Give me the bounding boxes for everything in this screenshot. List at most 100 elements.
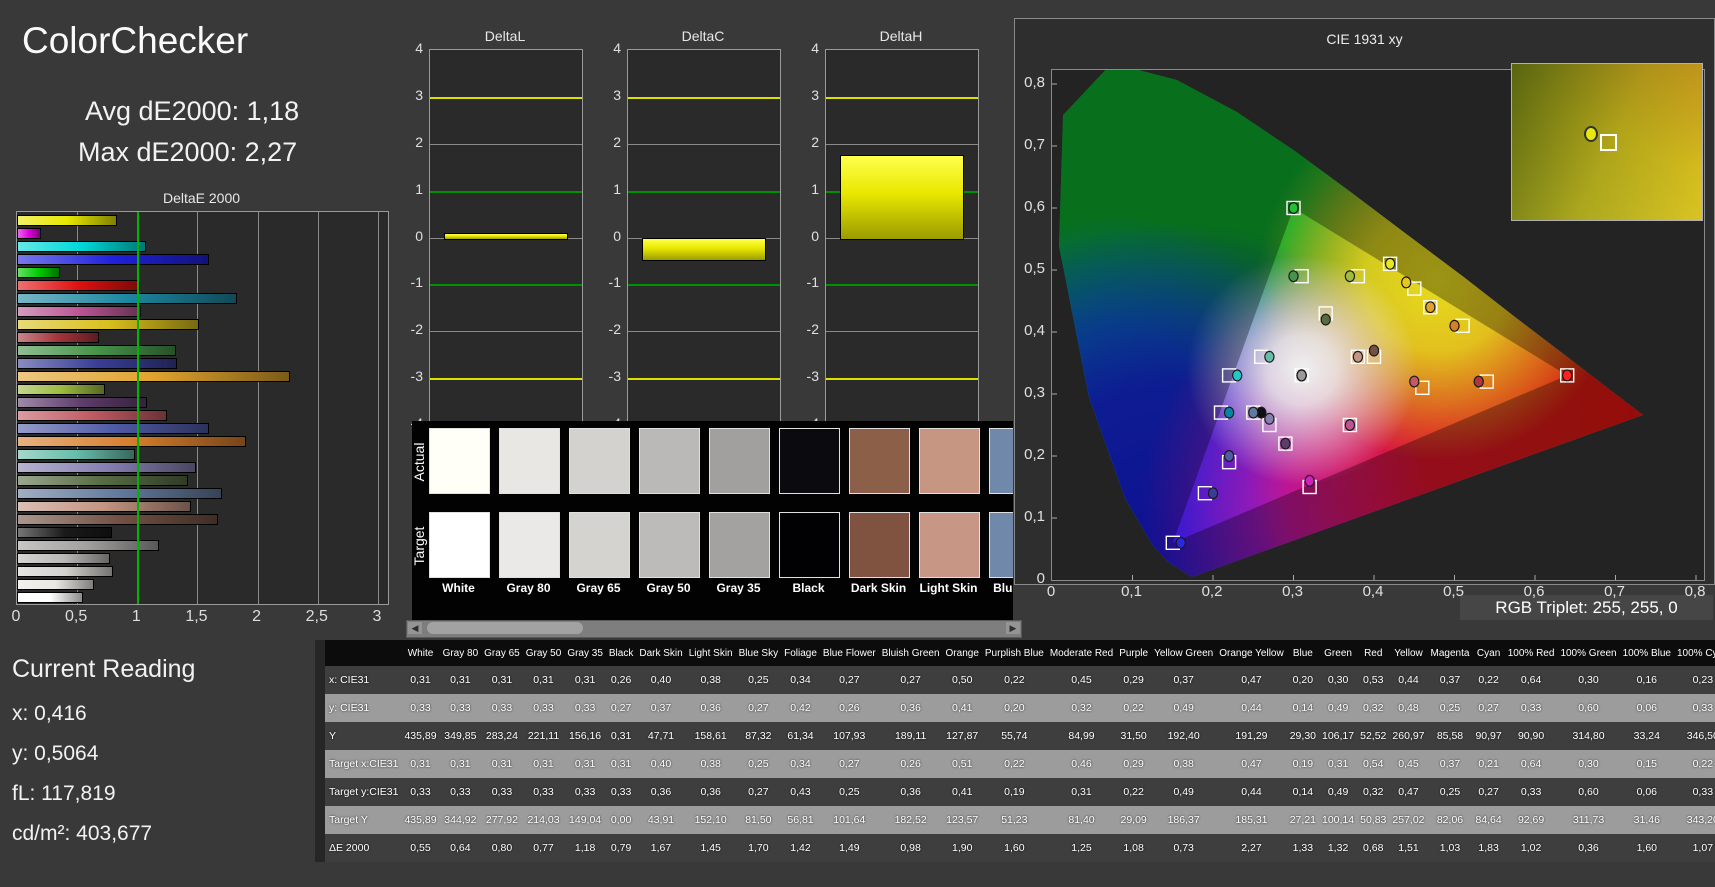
gridline bbox=[826, 143, 978, 145]
deltae-bar bbox=[17, 280, 140, 291]
gridline bbox=[257, 212, 259, 604]
table-cell: 31,46 bbox=[1619, 806, 1674, 834]
target-point-icon bbox=[1600, 134, 1617, 151]
table-cell: 100,14 bbox=[1319, 806, 1358, 834]
table-cell: 257,02 bbox=[1389, 806, 1428, 834]
table-cell: 0,49 bbox=[1151, 694, 1217, 722]
deltae-bar bbox=[17, 384, 105, 395]
swatch-name: Blue Sky bbox=[993, 581, 1013, 595]
deltae-bar bbox=[17, 215, 117, 226]
deltae-bar bbox=[17, 397, 147, 408]
row-label: Y bbox=[325, 722, 402, 750]
row-label: ΔE 2000 bbox=[325, 834, 402, 862]
table-cell: 0,73 bbox=[1151, 834, 1217, 862]
axis-tick-label: 0,2 bbox=[1201, 583, 1223, 600]
table-cell: 0,20 bbox=[981, 694, 1047, 722]
scrollbar-thumb[interactable] bbox=[427, 622, 583, 634]
table-cell: 0,27 bbox=[878, 666, 943, 694]
table-cell: 29,09 bbox=[1116, 806, 1152, 834]
table-cell: 84,99 bbox=[1046, 722, 1117, 750]
swatch-actual bbox=[779, 428, 840, 494]
table-cell: 214,03 bbox=[522, 806, 565, 834]
column-header: 100% Cyan bbox=[1673, 640, 1715, 666]
swatch-target bbox=[779, 512, 840, 578]
table-cell: 107,93 bbox=[819, 722, 879, 750]
measured-point bbox=[1223, 450, 1235, 463]
table-row: Y 435,89 349,85 283,24 221,11 156,16 0,31 47,71… bbox=[325, 722, 1715, 750]
gridline bbox=[317, 212, 319, 604]
table-row: Target Y 435,89 344,92 277,92 214,03 149,04 0,… bbox=[325, 806, 1715, 834]
table-cell: 90,97 bbox=[1472, 722, 1505, 750]
table-cell: 51,23 bbox=[981, 806, 1047, 834]
table-corner bbox=[325, 640, 402, 666]
table-cell: 0,31 bbox=[481, 750, 523, 778]
axis-tick-label: 0 bbox=[613, 227, 621, 244]
table-cell: 0,25 bbox=[819, 778, 879, 806]
table-cell: 0,36 bbox=[685, 694, 736, 722]
table-cell: 0,44 bbox=[1216, 694, 1287, 722]
table-cell: 0,47 bbox=[1216, 666, 1287, 694]
table-cell: 0,53 bbox=[1357, 666, 1390, 694]
table-cell: 123,57 bbox=[942, 806, 982, 834]
table-cell: 0,33 bbox=[564, 778, 606, 806]
deltae-bar bbox=[17, 228, 42, 239]
deltae-bar bbox=[17, 358, 177, 369]
table-row: Target x:CIE31 0,31 0,31 0,31 0,31 0,31 0,31 0,… bbox=[325, 750, 1715, 778]
table-cell: 1,49 bbox=[819, 834, 879, 862]
deltae-bar bbox=[17, 514, 218, 525]
table-cell: 311,73 bbox=[1557, 806, 1620, 834]
table-cell: 186,37 bbox=[1151, 806, 1217, 834]
table-cell: 0,33 bbox=[481, 778, 523, 806]
axis-tick-label: 0,5 bbox=[65, 608, 88, 625]
axis-tick-label: 3 bbox=[613, 86, 621, 103]
current-reading-values: x: 0,416 y: 0,5064 fL: 117,819 cd/m²: 403,6… bbox=[12, 702, 152, 862]
column-header: Magenta bbox=[1427, 640, 1473, 666]
table-cell: 1,18 bbox=[564, 834, 606, 862]
table-cell: 0,33 bbox=[1673, 694, 1715, 722]
deltae-bar bbox=[17, 553, 110, 564]
swatch-target bbox=[849, 512, 910, 578]
column-header: Gray 35 bbox=[564, 640, 606, 666]
table-cell: 0,43 bbox=[781, 778, 820, 806]
table-cell: 0,33 bbox=[1673, 778, 1715, 806]
table-cell: 0,68 bbox=[1357, 834, 1390, 862]
swatch-actual bbox=[569, 428, 630, 494]
table-cell: 0,30 bbox=[1557, 750, 1620, 778]
table-cell: 0,25 bbox=[1427, 778, 1473, 806]
table-cell: 0,33 bbox=[1504, 694, 1558, 722]
table-cell: 81,40 bbox=[1046, 806, 1117, 834]
table-cell: 0,30 bbox=[1319, 666, 1358, 694]
table-cell: 0,44 bbox=[1216, 778, 1287, 806]
table-cell: 0,33 bbox=[401, 694, 440, 722]
table-cell: 0,46 bbox=[1046, 750, 1117, 778]
column-header: Blue Flower bbox=[819, 640, 879, 666]
axis-tick-label: 2 bbox=[252, 608, 262, 625]
axis-tick-label: 0,6 bbox=[1523, 583, 1545, 600]
measured-point bbox=[1288, 270, 1299, 283]
axis-tick-label: -1 bbox=[410, 274, 423, 291]
swatch-actual bbox=[499, 428, 560, 494]
table-cell: 0,22 bbox=[981, 750, 1047, 778]
table-cell: 0,19 bbox=[981, 778, 1047, 806]
scroll-left-arrow-icon[interactable]: ◀ bbox=[408, 622, 422, 634]
table-cell: 33,24 bbox=[1619, 722, 1674, 750]
measured-point bbox=[1401, 276, 1412, 289]
swatch-scrollbar[interactable]: ◀ ▶ bbox=[406, 620, 1022, 638]
table-cell: 0,36 bbox=[878, 778, 943, 806]
deltaH-title: DeltaH bbox=[879, 28, 923, 44]
table-cell: 1,60 bbox=[981, 834, 1047, 862]
axis-tick-label: 4 bbox=[811, 40, 819, 56]
swatch-comparison-panel: Actual Target White Gray 80 Gray 65 Gray 50 Gr… bbox=[412, 421, 1013, 620]
scroll-right-arrow-icon[interactable]: ▶ bbox=[1006, 622, 1020, 634]
table-cell: 0,22 bbox=[1673, 750, 1715, 778]
table-cell: 0,27 bbox=[819, 750, 879, 778]
deltaH-chart bbox=[825, 49, 979, 426]
measured-point bbox=[1304, 474, 1315, 487]
swatch-name: Dark Skin bbox=[850, 581, 907, 595]
table-cell: 0,36 bbox=[685, 778, 736, 806]
table-cell: 0,36 bbox=[878, 694, 943, 722]
column-header: Blue bbox=[1286, 640, 1319, 666]
table-cell: 92,69 bbox=[1504, 806, 1558, 834]
table-cell: 85,58 bbox=[1427, 722, 1473, 750]
table-cell: 0,64 bbox=[439, 834, 482, 862]
